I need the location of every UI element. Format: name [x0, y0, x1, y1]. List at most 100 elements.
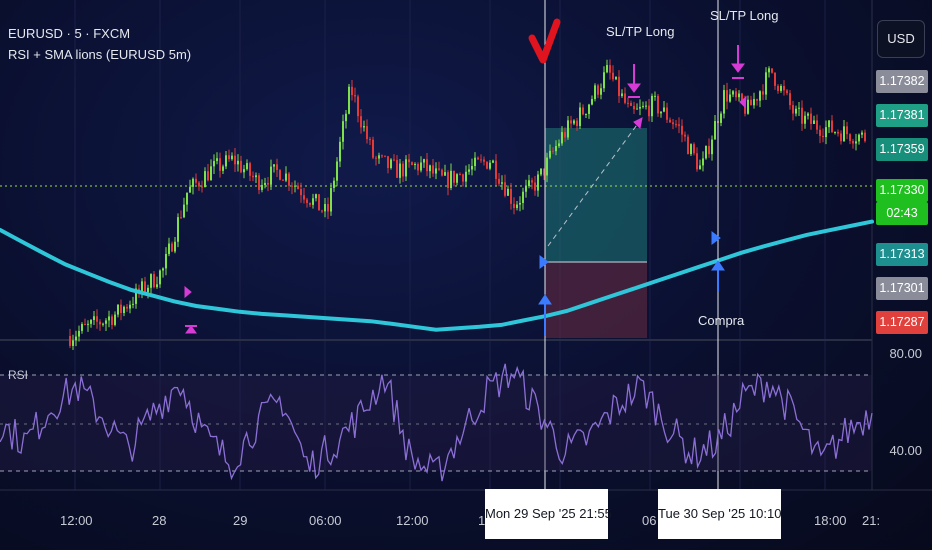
candle-body: [495, 160, 497, 179]
candle-body: [636, 108, 638, 110]
candle-body: [342, 121, 344, 142]
candle-body: [372, 139, 374, 158]
candle-body: [540, 168, 542, 175]
candle-body: [651, 95, 653, 117]
candle-body: [402, 163, 404, 177]
candle-body: [189, 186, 191, 193]
candle-body: [201, 186, 203, 188]
candle-body: [777, 85, 779, 91]
candle-body: [93, 316, 95, 320]
candle-body: [819, 129, 821, 136]
candle-body: [594, 85, 596, 100]
candle-body: [633, 105, 635, 110]
candle-body: [714, 121, 716, 140]
candle-body: [783, 85, 785, 91]
candle-body: [804, 115, 806, 124]
candle-body: [378, 155, 380, 159]
symbol-title[interactable]: EURUSD · 5 · FXCM: [8, 26, 130, 41]
price-label: 1.17359: [876, 138, 928, 161]
candle-body: [720, 113, 722, 123]
candle-body: [375, 157, 377, 159]
candle-body: [315, 194, 317, 199]
candle-body: [246, 163, 248, 170]
candle-body: [669, 119, 671, 123]
candle-body: [396, 159, 398, 178]
candle-body: [183, 204, 185, 218]
candle-body: [285, 173, 287, 181]
candle-body: [279, 170, 281, 180]
time-tick: 29: [233, 513, 248, 528]
price-label: 1.17382: [876, 70, 928, 93]
candle-body: [843, 126, 845, 142]
candle-body: [786, 90, 788, 94]
candle-body: [273, 164, 275, 167]
candle-body: [807, 113, 809, 116]
candle-body: [405, 159, 407, 177]
take-profit-zone: [545, 128, 647, 262]
time-tick: 06:00: [309, 513, 342, 528]
candle-body: [186, 192, 188, 205]
candle-body: [690, 144, 692, 155]
candle-body: [264, 182, 266, 186]
candle-body: [192, 178, 194, 187]
candle-body: [153, 274, 155, 288]
candle-body: [168, 243, 170, 254]
candle-body: [261, 185, 263, 190]
candle-body: [96, 316, 98, 322]
candle-body: [657, 95, 659, 114]
candle-body: [453, 170, 455, 183]
candle-body: [282, 179, 284, 181]
price-label: 1.17287: [876, 311, 928, 334]
candle-body: [267, 182, 269, 185]
candle-body: [84, 324, 86, 326]
candle-body: [441, 169, 443, 176]
candle-body: [765, 72, 767, 95]
chart-stage: EURUSD · 5 · FXCM RSI + SMA lions (EURUS…: [0, 0, 932, 550]
candle-body: [588, 104, 590, 114]
candle-body: [294, 185, 296, 187]
indicator-title[interactable]: RSI + SMA lions (EURUSD 5m): [8, 47, 191, 62]
candle-body: [387, 156, 389, 169]
candle-body: [426, 159, 428, 172]
candle-body: [468, 169, 470, 172]
candle-body: [219, 158, 221, 171]
sltp-label-1: SL/TP Long: [606, 24, 675, 39]
candle-body: [666, 107, 668, 120]
candle-body: [366, 126, 368, 140]
candle-body: [333, 180, 335, 188]
price-label: 1.17381: [876, 104, 928, 127]
candle-body: [507, 188, 509, 196]
candle-body: [516, 204, 518, 209]
candle-body: [822, 135, 824, 138]
candle-body: [105, 320, 107, 324]
candle-body: [759, 91, 761, 101]
candle-body: [327, 204, 329, 212]
candle-body: [525, 186, 527, 192]
candle-body: [630, 103, 632, 106]
candle-body: [222, 166, 224, 171]
candle-body: [756, 99, 758, 101]
candle-body: [288, 173, 290, 186]
currency-button[interactable]: USD: [877, 20, 925, 58]
candle-body: [531, 180, 533, 183]
candle-body: [270, 166, 272, 185]
candle-body: [177, 217, 179, 242]
candle-body: [450, 170, 452, 189]
candle-body: [528, 180, 530, 187]
candle-body: [174, 241, 176, 252]
candle-body: [324, 204, 326, 212]
candle-body: [354, 95, 356, 97]
candle-body: [126, 306, 128, 309]
candle-body: [609, 65, 611, 73]
candle-body: [258, 175, 260, 190]
candle-body: [789, 93, 791, 106]
candle-body: [165, 253, 167, 269]
candle-body: [225, 155, 227, 167]
candle-body: [627, 102, 629, 104]
candle-body: [552, 150, 554, 152]
candle-body: [393, 159, 395, 161]
rsi-title[interactable]: RSI: [8, 368, 28, 382]
candle-body: [576, 120, 578, 127]
candle-body: [195, 178, 197, 183]
candle-body: [519, 203, 521, 205]
